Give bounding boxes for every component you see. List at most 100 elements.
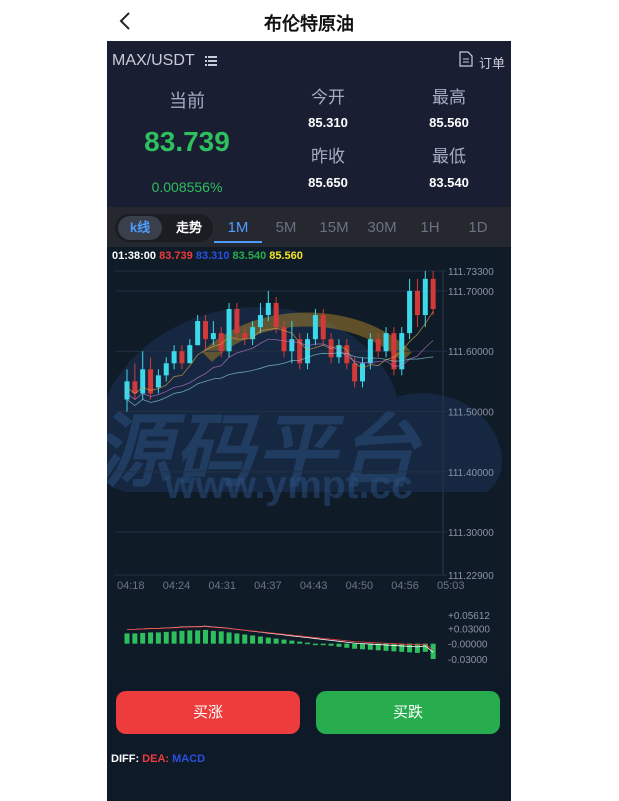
candle-body [305, 339, 311, 364]
macd-bar [360, 643, 365, 650]
current-price: 83.739 [144, 126, 230, 157]
macd-y-tick-label: -0.00000 [448, 640, 488, 651]
x-tick-label: 04:56 [391, 580, 419, 592]
current-label: 当前 [169, 91, 205, 111]
candle-body [289, 339, 295, 352]
low-label: 最低 [432, 147, 466, 166]
candle-body [210, 333, 216, 340]
x-tick-label: 04:43 [300, 580, 328, 592]
candle-body [414, 290, 420, 316]
macd-bar [250, 635, 256, 644]
y-tick-label: 111.50000 [448, 408, 494, 419]
candle-body [265, 302, 271, 316]
macd-bar [281, 639, 287, 644]
candle-body [226, 309, 232, 352]
tab-kline[interactable]: k线 [118, 216, 162, 240]
tab-1h[interactable]: 1H [406, 215, 454, 241]
candle-body [257, 315, 263, 328]
macd-bar [155, 632, 161, 644]
low-value: 83.540 [429, 175, 469, 190]
candle-body [273, 302, 279, 328]
top-nav-bar: 布伦特原油 [107, 0, 511, 41]
candle-body [242, 333, 248, 340]
macd-bar [328, 643, 334, 646]
ohlc-low: 83.540 [232, 250, 267, 262]
legend-macd: MACD [172, 753, 206, 765]
macd-bar [273, 638, 279, 644]
tab-15m[interactable]: 15M [310, 215, 358, 241]
macd-bar [242, 634, 248, 644]
macd-bar [140, 632, 146, 644]
macd-legend: DIFF: DEA: MACD [111, 753, 205, 765]
candle-body [407, 290, 413, 334]
macd-bar [132, 633, 138, 644]
x-tick-label: 04:31 [208, 580, 236, 592]
tab-1d[interactable]: 1D [454, 215, 502, 241]
y-tick-label: 111.30000 [448, 528, 494, 539]
macd-bar [203, 629, 208, 644]
macd-bar [226, 632, 232, 644]
candle-body [352, 363, 358, 382]
change-percent: 0.008556% [151, 179, 223, 195]
market-summary: MAX/USDT 订单 当前 83.739 0.008556% 今开 85.31… [107, 41, 511, 207]
ohlc-high: 83.310 [195, 250, 230, 262]
candle-body [163, 363, 169, 376]
list-icon[interactable] [205, 55, 217, 67]
macd-y-tick-label: +0.05612 [448, 611, 490, 622]
candle-body [320, 315, 326, 340]
x-tick-label: 04:18 [117, 580, 145, 592]
ohlc-info: 01:38:00 83.739 83.310 83.540 85.560 [112, 250, 303, 262]
macd-bar [352, 643, 358, 649]
ohlc-time: 01:38:00 [112, 250, 157, 262]
legend-dea: DEA: [142, 753, 170, 765]
x-tick-label: 04:50 [346, 580, 374, 592]
kline-chart[interactable]: 源码平台 www.ympt.cc 111.73300 111.70000 111.6… [107, 247, 511, 677]
ohlc-open: 83.739 [159, 250, 193, 262]
macd-bar [336, 643, 342, 647]
tab-30m[interactable]: 30M [358, 215, 406, 241]
trading-pair[interactable]: MAX/USDT [112, 52, 195, 70]
candle-body [383, 333, 389, 352]
candle-body [179, 351, 185, 364]
candle-body [367, 339, 373, 364]
candle-body [124, 381, 130, 400]
candle-body [187, 345, 193, 364]
high-label: 最高 [432, 88, 466, 107]
macd-bar [195, 630, 201, 644]
candle-body [195, 321, 201, 346]
tab-trend[interactable]: 走势 [167, 216, 211, 240]
candle-body [360, 363, 365, 382]
macd-bar [124, 633, 130, 644]
tab-1m[interactable]: 1M [214, 215, 262, 243]
legend-diff: DIFF: [111, 753, 140, 765]
candle-body [391, 333, 397, 370]
candle-body [430, 278, 436, 309]
chart-tabs: k线 走势 1M 5M 15M 30M 1H 1D [107, 207, 511, 247]
macd-bar [297, 641, 303, 644]
macd-bar [367, 643, 373, 650]
page-title: 布伦特原油 [264, 14, 354, 34]
x-tick-label: 04:24 [163, 580, 191, 592]
y-tick-label: 111.70000 [448, 287, 494, 298]
open-label: 今开 [311, 88, 345, 107]
prev-close-value: 85.650 [308, 175, 348, 190]
y-tick-label: 111.60000 [448, 347, 494, 358]
buy-down-button[interactable]: 买跌 [316, 691, 500, 734]
buy-up-button[interactable]: 买涨 [116, 691, 300, 734]
candle-body [140, 369, 146, 394]
macd-bar [187, 630, 193, 644]
order-link[interactable]: 订单 [479, 53, 505, 72]
chart-mode-toggle: k线 走势 [115, 214, 213, 242]
macd-y-tick-label: +0.03000 [448, 624, 490, 635]
document-icon[interactable] [459, 51, 473, 67]
macd-bar [234, 633, 240, 644]
y-tick-label: 111.73300 [448, 267, 494, 278]
x-tick-label: 04:37 [254, 580, 282, 592]
candle-body [234, 309, 240, 334]
high-value: 85.560 [429, 115, 469, 130]
tab-5m[interactable]: 5M [262, 215, 310, 241]
ohlc-close: 85.560 [269, 250, 303, 262]
candle-body [375, 339, 381, 352]
candle-body [250, 327, 256, 340]
candle-body [422, 278, 428, 316]
